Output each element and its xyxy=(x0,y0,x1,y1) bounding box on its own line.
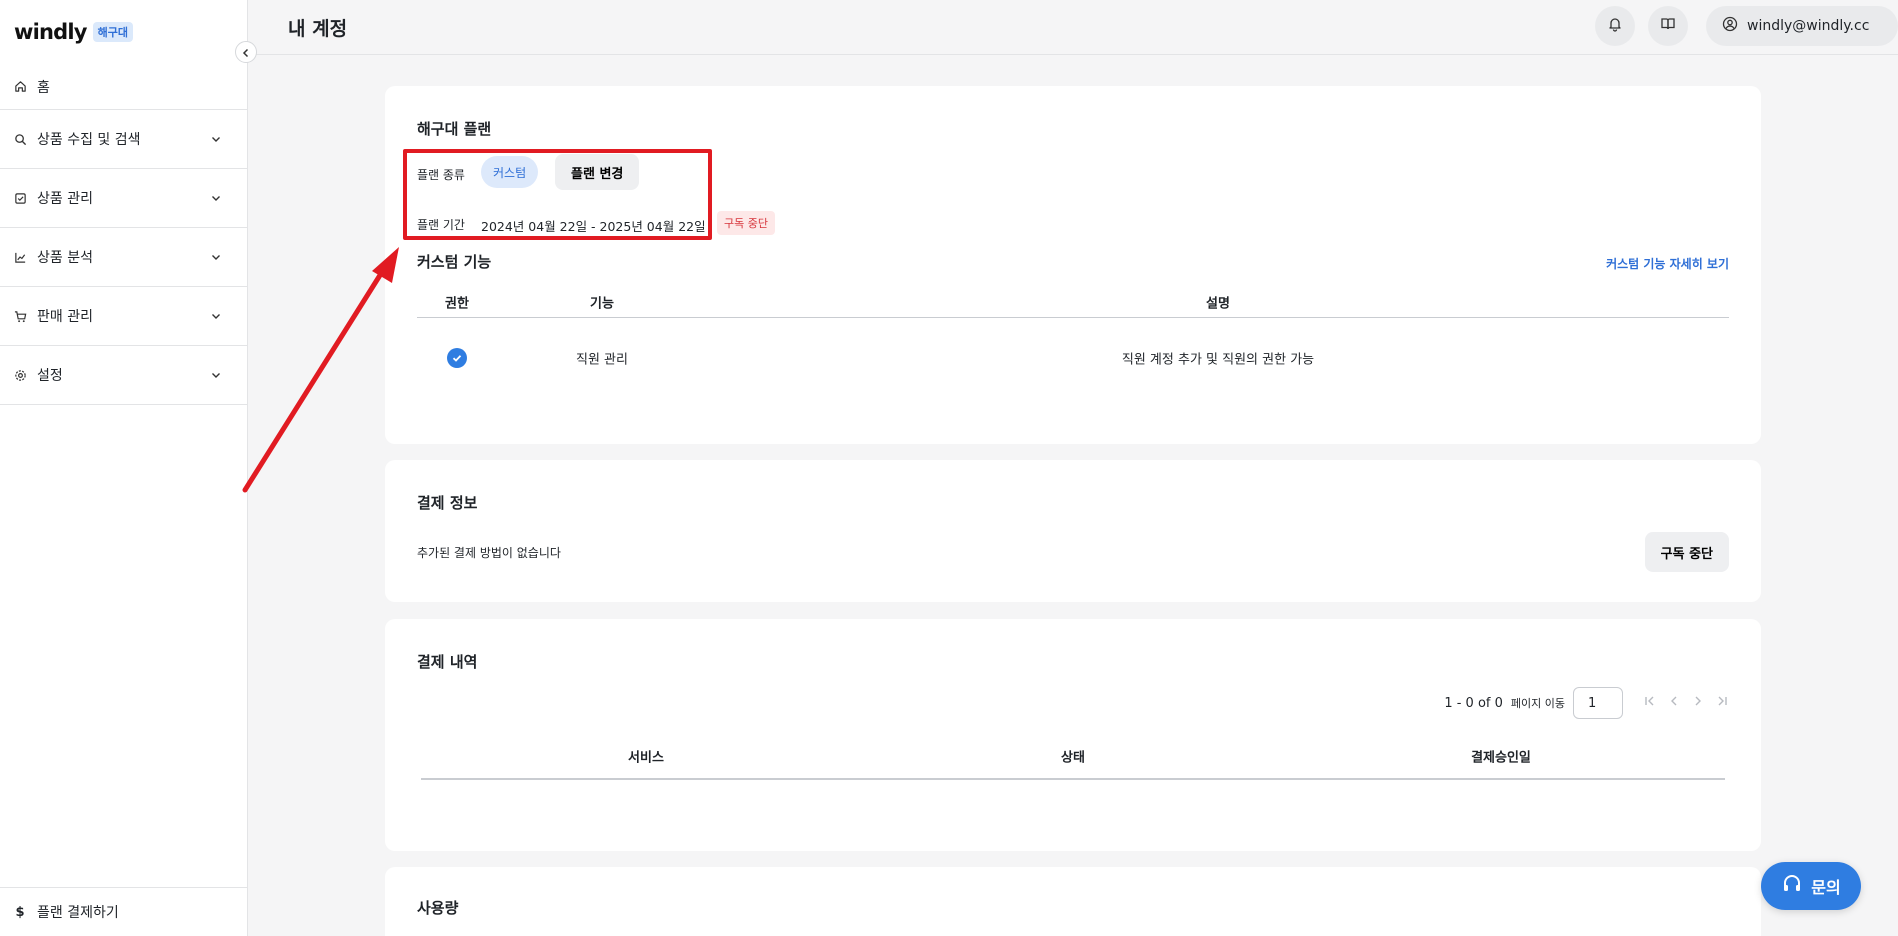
prev-page-icon[interactable] xyxy=(1667,694,1681,712)
book-icon xyxy=(1660,16,1676,36)
chevron-down-icon xyxy=(209,309,223,323)
logo[interactable]: windly xyxy=(14,20,87,44)
usage-card: 사용량 xyxy=(385,867,1761,936)
stop-subscription-button[interactable]: 구독 중단 xyxy=(1644,532,1729,572)
sidebar-item-plan-payment[interactable]: $ 플랜 결제하기 xyxy=(0,887,247,936)
last-page-icon[interactable] xyxy=(1715,694,1729,712)
inquiry-label: 문의 xyxy=(1811,878,1841,897)
custom-features-table: 권한 기능 설명 직원 관리 직원 계정 추가 및 직원의 권한 가능 xyxy=(417,286,1729,398)
column-header-permission: 권한 xyxy=(445,296,469,311)
payment-info-title: 결제 정보 xyxy=(417,494,478,512)
logo-row[interactable]: windly 해구대 xyxy=(14,20,134,44)
notification-button[interactable] xyxy=(1595,6,1635,46)
sidebar-collapse-button[interactable] xyxy=(235,41,257,63)
chart-icon xyxy=(13,250,27,264)
chevron-down-icon xyxy=(209,250,223,264)
plan-badge: 해구대 xyxy=(92,22,134,42)
page-title: 내 계정 xyxy=(288,18,348,40)
chevron-down-icon xyxy=(209,191,223,205)
home-icon xyxy=(13,80,27,94)
checkbox-icon xyxy=(13,191,27,205)
search-icon xyxy=(13,132,27,146)
sidebar-item-home[interactable]: 홈 xyxy=(0,64,247,110)
header: 내 계정 windly@windly.cc xyxy=(248,0,1898,55)
next-page-icon[interactable] xyxy=(1691,694,1705,712)
chevron-left-icon xyxy=(241,43,251,62)
payment-history-card: 결제 내역 1 - 0 of 0 페이지 이동 1 서비스 상태 결제승인일 xyxy=(385,619,1761,851)
column-header-feature: 기능 xyxy=(590,296,614,311)
headset-icon xyxy=(1781,873,1803,899)
column-header-description: 설명 xyxy=(1206,296,1230,311)
sidebar-item-product-manage[interactable]: 상품 관리 xyxy=(0,169,247,228)
sidebar-item-product-analysis[interactable]: 상품 분석 xyxy=(0,228,247,287)
dollar-icon: $ xyxy=(15,904,25,920)
sidebar-nav: 상품 수집 및 검색 상품 관리 상품 분석 판매 관리 설정 xyxy=(0,110,247,405)
feature-name: 직원 관리 xyxy=(576,352,628,368)
sidebar: windly 해구대 홈 상품 수집 및 검색 상품 관리 상품 분석 판매 관… xyxy=(0,0,248,936)
inquiry-button[interactable]: 문의 xyxy=(1761,862,1861,910)
sidebar-item-label: 상품 관리 xyxy=(37,191,93,207)
sidebar-item-sales-manage[interactable]: 판매 관리 xyxy=(0,287,247,346)
sidebar-item-product-search[interactable]: 상품 수집 및 검색 xyxy=(0,110,247,169)
column-header-status: 상태 xyxy=(1061,750,1085,766)
chevron-down-icon xyxy=(209,132,223,146)
gear-icon xyxy=(13,368,27,382)
sidebar-item-label: 상품 수집 및 검색 xyxy=(37,132,141,148)
bell-icon xyxy=(1607,16,1623,36)
guide-button[interactable] xyxy=(1648,6,1688,46)
sidebar-item-label: 상품 분석 xyxy=(37,250,93,266)
payment-empty-text: 추가된 결제 방법이 없습니다 xyxy=(417,546,561,560)
sidebar-item-settings[interactable]: 설정 xyxy=(0,346,247,405)
payment-history-table-header: 서비스 상태 결제승인일 xyxy=(421,734,1725,780)
plan-title: 해구대 플랜 xyxy=(417,120,492,138)
pagination: 1 - 0 of 0 페이지 이동 1 xyxy=(1444,687,1729,719)
page-goto-label: 페이지 이동 xyxy=(1510,697,1565,710)
feature-description: 직원 계정 추가 및 직원의 권한 가능 xyxy=(1121,352,1315,368)
usage-title: 사용량 xyxy=(417,899,459,917)
sidebar-item-label: 홈 xyxy=(37,79,50,96)
page-number-input[interactable]: 1 xyxy=(1573,687,1623,719)
sidebar-item-label: 설정 xyxy=(37,368,63,384)
sidebar-item-label: 판매 관리 xyxy=(37,309,93,325)
table-header: 권한 기능 설명 xyxy=(417,286,1729,318)
annotation-highlight-box xyxy=(403,149,712,240)
user-email: windly@windly.cc xyxy=(1747,18,1870,34)
column-header-approval-date: 결제승인일 xyxy=(1471,750,1531,766)
column-header-service: 서비스 xyxy=(628,750,664,766)
pagination-range: 1 - 0 of 0 xyxy=(1444,695,1503,711)
plan-card: 해구대 플랜 플랜 종류 커스텀 플랜 변경 플랜 기간 2024년 04월 2… xyxy=(385,86,1761,444)
user-icon xyxy=(1722,16,1738,36)
payment-history-title: 결제 내역 xyxy=(417,653,478,671)
cart-icon xyxy=(13,309,27,323)
custom-features-title: 커스텀 기능 xyxy=(417,253,492,271)
status-badge: 구독 중단 xyxy=(717,211,775,235)
user-menu-button[interactable]: windly@windly.cc xyxy=(1706,6,1898,46)
sidebar-item-label: 플랜 결제하기 xyxy=(37,905,119,921)
table-row: 직원 관리 직원 계정 추가 및 직원의 권한 가능 xyxy=(417,318,1729,398)
first-page-icon[interactable] xyxy=(1643,694,1657,712)
chevron-down-icon xyxy=(209,368,223,382)
pagination-nav xyxy=(1643,694,1729,712)
custom-features-link[interactable]: 커스텀 기능 자세히 보기 xyxy=(1606,255,1729,272)
payment-info-card: 결제 정보 추가된 결제 방법이 없습니다 구독 중단 xyxy=(385,460,1761,602)
